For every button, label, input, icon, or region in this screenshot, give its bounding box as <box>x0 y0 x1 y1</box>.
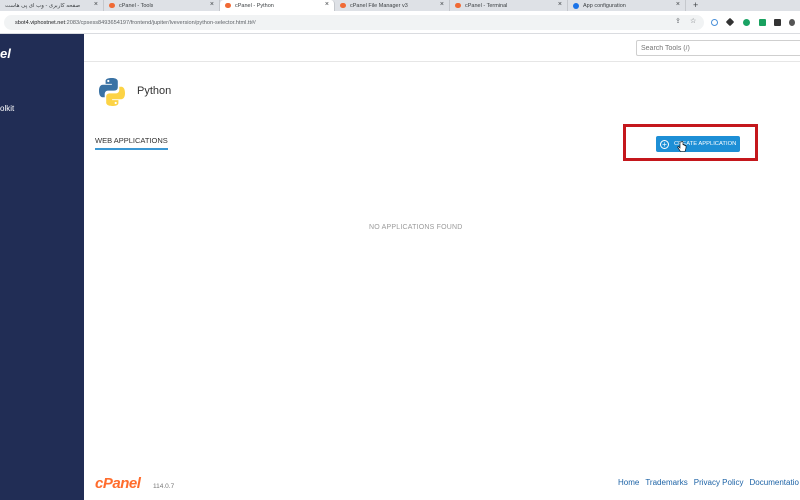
app-favicon-icon <box>573 2 579 9</box>
tab-close-icon[interactable]: × <box>325 1 329 8</box>
search-tools-input[interactable] <box>636 40 800 56</box>
browser-tab-active[interactable]: cPanel - Python × <box>220 0 335 11</box>
browser-tab[interactable]: صفحه کاربری - وب آی پی هاست × <box>0 0 104 11</box>
browser-tab[interactable]: App configuration × <box>568 0 686 11</box>
bookmark-star-icon[interactable]: ☆ <box>690 18 696 26</box>
tab-close-icon[interactable]: × <box>558 1 562 8</box>
footer-links: Home Trademarks Privacy Policy Documenta… <box>618 478 799 487</box>
cpanel-favicon-icon <box>455 3 461 8</box>
url-host: sbot4.viphostnet.net <box>15 19 66 26</box>
tab-title: cPanel - Python <box>235 2 274 9</box>
browser-tab[interactable]: cPanel File Manager v3 × <box>335 0 450 11</box>
browser-tab-bar: صفحه کاربری - وب آی پی هاست × cPanel - T… <box>0 0 800 11</box>
footer-link-trademarks[interactable]: Trademarks <box>645 478 687 487</box>
page-title: Python <box>137 85 172 97</box>
url-field[interactable]: sbot4.viphostnet.net:2083/cpsess84936541… <box>4 15 704 30</box>
sidebar-logo[interactable]: el <box>0 46 11 61</box>
create-application-button[interactable]: + CREATE APPLICATION <box>656 136 740 152</box>
share-icon[interactable]: ⇪ <box>675 18 681 26</box>
tab-close-icon[interactable]: × <box>440 1 444 8</box>
browser-tab[interactable]: cPanel - Tools × <box>104 0 220 11</box>
tab-title: صفحه کاربری - وب آی پی هاست <box>5 2 81 9</box>
extension-icon[interactable] <box>725 17 735 27</box>
tab-title: cPanel - Tools <box>119 2 154 9</box>
extension-icon[interactable] <box>743 19 750 26</box>
browser-address-bar: sbot4.viphostnet.net:2083/cpsess84936541… <box>0 11 800 34</box>
hand-cursor-icon <box>677 141 687 152</box>
extension-icon[interactable] <box>774 19 781 26</box>
tab-close-icon[interactable]: × <box>94 1 98 8</box>
empty-state-message: NO APPLICATIONS FOUND <box>369 224 463 231</box>
tab-title: cPanel File Manager v3 <box>350 2 408 9</box>
new-tab-button[interactable]: + <box>693 0 698 11</box>
cpanel-favicon-icon <box>340 3 346 8</box>
sidebar: el olkit <box>0 34 84 500</box>
footer-link-home[interactable]: Home <box>618 478 639 487</box>
tab-close-icon[interactable]: × <box>676 1 680 8</box>
plus-circle-icon: + <box>660 139 669 149</box>
tab-close-icon[interactable]: × <box>210 1 214 8</box>
cpanel-favicon-icon <box>109 3 115 8</box>
url-path: :2083/cpsess8493654197/frontend/jupiter/… <box>65 19 256 26</box>
active-tab-underline <box>95 148 168 150</box>
browser-tab[interactable]: cPanel - Terminal × <box>450 0 568 11</box>
top-bar <box>84 34 800 62</box>
sidebar-item-toolkit[interactable]: olkit <box>0 104 14 113</box>
extension-icon[interactable] <box>759 19 766 26</box>
tab-web-applications[interactable]: WEB APPLICATIONS <box>95 136 168 145</box>
python-logo-icon <box>99 78 125 106</box>
tab-title: App configuration <box>583 2 626 9</box>
extension-icon[interactable] <box>789 19 795 26</box>
extension-icon[interactable] <box>711 19 718 26</box>
footer-link-documentation[interactable]: Documentatio <box>750 478 799 487</box>
cpanel-favicon-icon <box>225 3 231 8</box>
version-label: 114.0.7 <box>153 483 175 490</box>
footer-link-privacy-policy[interactable]: Privacy Policy <box>694 478 744 487</box>
tab-title: cPanel - Terminal <box>465 2 508 9</box>
cpanel-footer-logo: cPanel <box>95 475 141 492</box>
